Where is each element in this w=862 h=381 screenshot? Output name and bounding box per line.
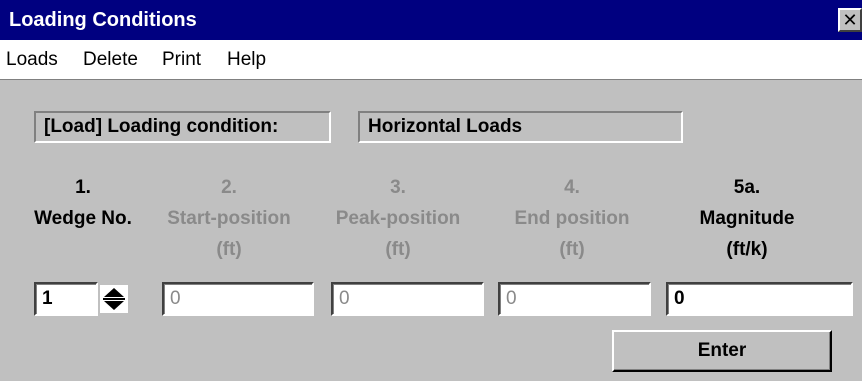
- column-unit: (ft): [559, 239, 585, 260]
- spinner-up-down-icon[interactable]: [100, 285, 128, 313]
- menu-delete[interactable]: Delete: [83, 49, 138, 71]
- column-unit: (ft): [385, 239, 411, 260]
- column-label: Peak-position: [335, 208, 461, 229]
- column-header-magnitude: 5a. Magnitude (ft/k): [672, 172, 822, 265]
- column-header-start-position: 2. Start-position (ft): [154, 172, 304, 265]
- column-label: Wedge No.: [34, 208, 132, 229]
- column-number: 1.: [75, 177, 91, 198]
- start-position-input[interactable]: 0: [162, 282, 314, 316]
- wedge-no-input[interactable]: 1: [34, 282, 98, 316]
- column-number: 5a.: [733, 177, 761, 198]
- column-number: 4.: [564, 177, 580, 198]
- loading-condition-label: [Load] Loading condition:: [34, 111, 331, 143]
- peak-position-input[interactable]: 0: [331, 282, 484, 316]
- column-number: 2.: [221, 177, 237, 198]
- title-bar: Loading Conditions ✕: [0, 0, 862, 40]
- menu-print[interactable]: Print: [162, 49, 201, 71]
- column-label: Start-position: [167, 208, 291, 229]
- column-label: Magnitude: [699, 208, 795, 229]
- column-unit: (ft/k): [726, 239, 768, 260]
- menu-bar: Loads Delete Print Help: [0, 40, 862, 80]
- menu-help[interactable]: Help: [227, 49, 266, 71]
- column-header-wedge-no: 1. Wedge No.: [8, 172, 158, 265]
- column-unit: (ft): [216, 239, 242, 260]
- menu-loads[interactable]: Loads: [6, 49, 58, 71]
- column-header-peak-position: 3. Peak-position (ft): [323, 172, 473, 265]
- end-position-input[interactable]: 0: [498, 282, 651, 316]
- column-label: End position: [514, 208, 630, 229]
- loading-condition-value: Horizontal Loads: [358, 111, 683, 143]
- close-icon: ✕: [842, 10, 858, 30]
- column-header-end-position: 4. End position (ft): [497, 172, 647, 265]
- enter-button[interactable]: Enter: [612, 330, 832, 372]
- window-title: Loading Conditions: [9, 9, 197, 31]
- column-number: 3.: [390, 177, 406, 198]
- magnitude-input[interactable]: 0: [666, 282, 853, 316]
- close-button[interactable]: ✕: [838, 8, 862, 32]
- column-unit: [8, 234, 158, 265]
